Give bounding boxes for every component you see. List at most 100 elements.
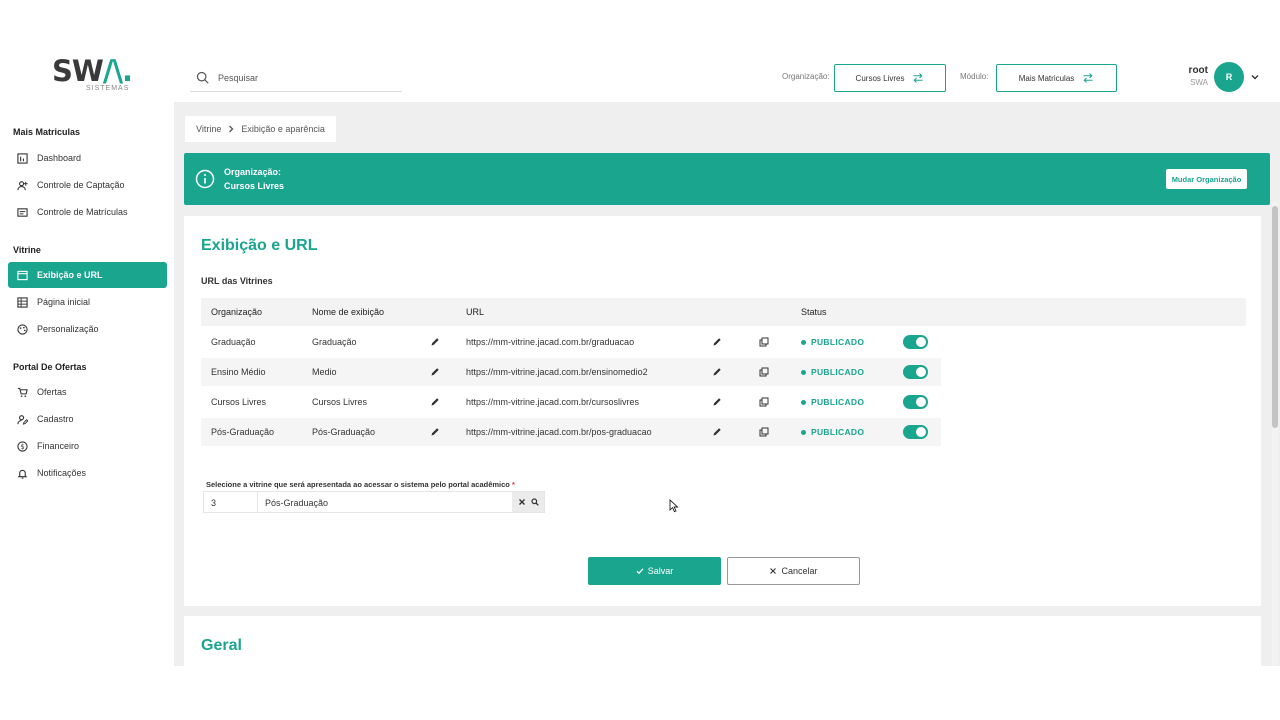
status-badge: PUBLICADO — [801, 397, 864, 407]
publish-toggle[interactable] — [903, 395, 928, 409]
copy-icon[interactable] — [759, 427, 769, 437]
sidebar-item-label: Controle de Matrículas — [37, 207, 128, 217]
dollar-icon: $ — [17, 440, 28, 452]
row-org: Pós-Graduação — [211, 427, 275, 437]
select-actions — [512, 492, 544, 512]
user-menu[interactable]: root SWA R — [1180, 62, 1270, 94]
sidebar-item-exibicao-url[interactable]: Exibição e URL — [8, 262, 167, 288]
cancel-button[interactable]: Cancelar — [727, 557, 860, 585]
status-text: PUBLICADO — [811, 427, 865, 437]
user-edit-icon — [17, 414, 28, 425]
col-header-organizacao: Organização — [211, 307, 263, 317]
row-name: Medio — [312, 367, 337, 377]
cancel-button-label: Cancelar — [781, 566, 818, 576]
module-switch-button[interactable]: Mais Matriculas — [996, 64, 1117, 92]
breadcrumb-item: Exibição e aparência — [241, 124, 325, 134]
search-icon[interactable] — [530, 498, 539, 506]
table-row: Ensino Médio Medio https://mm-vitrine.ja… — [201, 358, 941, 386]
sidebar-item-label: Cadastro — [37, 414, 74, 424]
info-icon — [195, 169, 215, 189]
row-org: Ensino Médio — [211, 367, 266, 377]
sidebar: Mais Matriculas Dashboard Controle de Ca… — [0, 102, 174, 666]
org-switch-value: Cursos Livres — [855, 73, 905, 83]
breadcrumb-item[interactable]: Vitrine — [196, 124, 221, 134]
table-row: Cursos Livres Cursos Livres https://mm-v… — [201, 388, 1246, 416]
avatar[interactable]: R — [1214, 62, 1244, 92]
swa-logo[interactable]: SW/\. SISTEMAS — [52, 54, 133, 96]
org-banner: Organização: Cursos Livres Mudar Organiz… — [184, 153, 1270, 205]
copy-icon[interactable] — [759, 367, 769, 377]
sidebar-item-controle-captacao[interactable]: Controle de Captação — [8, 172, 167, 198]
default-vitrine-select[interactable]: 3 Pós-Graduação — [203, 491, 545, 513]
default-vitrine-label: Selecione a vitrine que será apresentada… — [206, 480, 515, 489]
row-org: Graduação — [211, 337, 256, 347]
publish-toggle[interactable] — [903, 365, 928, 379]
geral-card: Geral — [184, 616, 1261, 666]
user-org: SWA — [1190, 78, 1208, 87]
swap-icon — [913, 73, 923, 83]
pencil-icon[interactable] — [430, 397, 440, 407]
swap-icon — [1083, 73, 1093, 83]
search-bar[interactable] — [190, 64, 402, 92]
clear-icon[interactable] — [518, 498, 526, 506]
copy-icon[interactable] — [759, 337, 769, 347]
breadcrumb: Vitrine Exibição e aparência — [185, 116, 336, 142]
sidebar-item-pagina-inicial[interactable]: Página inicial — [8, 289, 167, 315]
sidebar-item-label: Ofertas — [37, 387, 67, 397]
search-icon — [196, 71, 209, 84]
logo-mark: SW/\. — [52, 54, 133, 88]
sidebar-item-label: Financeiro — [37, 441, 80, 451]
pencil-icon[interactable] — [712, 427, 722, 437]
pencil-icon[interactable] — [712, 367, 722, 377]
pencil-icon[interactable] — [430, 367, 440, 377]
change-org-button[interactable]: Mudar Organização — [1166, 169, 1247, 189]
chevron-down-icon[interactable] — [1250, 72, 1260, 82]
org-banner-value: Cursos Livres — [224, 181, 285, 191]
top-header: SW/\. SISTEMAS Organização: Cursos Livre… — [0, 54, 1280, 102]
sidebar-item-controle-matriculas[interactable]: Controle de Matrículas — [8, 199, 167, 225]
org-switch-button[interactable]: Cursos Livres — [834, 64, 946, 92]
status-dot — [801, 399, 806, 405]
dashboard-icon — [17, 152, 28, 164]
grid-icon — [17, 296, 28, 308]
default-vitrine-code[interactable]: 3 — [204, 492, 258, 512]
sidebar-item-label: Exibição e URL — [37, 270, 103, 280]
publish-toggle[interactable] — [903, 335, 928, 349]
search-input[interactable] — [218, 72, 388, 83]
sidebar-item-notificacoes[interactable]: Notificações — [8, 460, 167, 486]
pencil-icon[interactable] — [430, 337, 440, 347]
row-url: https://mm-vitrine.jacad.com.br/cursosli… — [466, 397, 640, 407]
sidebar-item-dashboard[interactable]: Dashboard — [8, 145, 167, 171]
user-add-icon — [17, 180, 28, 190]
status-text: PUBLICADO — [811, 397, 865, 407]
sidebar-item-label: Personalização — [37, 324, 99, 334]
sidebar-section-title: Portal De Ofertas — [13, 362, 87, 372]
sidebar-item-financeiro[interactable]: $ Financeiro — [8, 433, 167, 459]
pencil-icon[interactable] — [430, 427, 440, 437]
main-content: Vitrine Exibição e aparência Organização… — [174, 102, 1280, 666]
publish-toggle[interactable] — [903, 425, 928, 439]
pencil-icon[interactable] — [712, 397, 722, 407]
scrollbar-thumb[interactable] — [1272, 206, 1278, 428]
app-window: SW/\. SISTEMAS Organização: Cursos Livre… — [0, 54, 1280, 666]
sidebar-item-ofertas[interactable]: Ofertas — [8, 379, 167, 405]
status-badge: PUBLICADO — [801, 367, 864, 377]
default-vitrine-value[interactable]: Pós-Graduação — [258, 492, 512, 512]
sidebar-item-label: Página inicial — [37, 297, 91, 307]
table-header-row: Organização Nome de exibição URL Status — [201, 298, 1246, 326]
mouse-cursor-icon — [669, 499, 679, 513]
copy-icon[interactable] — [759, 397, 769, 407]
sidebar-item-personalizacao[interactable]: Personalização — [8, 316, 167, 342]
sidebar-section-title: Vitrine — [13, 245, 41, 255]
sidebar-section-title: Mais Matriculas — [13, 127, 81, 137]
section-subtitle: URL das Vitrines — [201, 276, 273, 286]
sidebar-item-cadastro[interactable]: Cadastro — [8, 406, 167, 432]
section-title: Geral — [201, 637, 242, 654]
pencil-icon[interactable] — [712, 337, 722, 347]
row-url: https://mm-vitrine.jacad.com.br/pos-grad… — [466, 427, 652, 437]
col-header-status: Status — [801, 307, 827, 317]
default-vitrine-label-text: Selecione a vitrine que será apresentada… — [206, 480, 510, 489]
status-dot — [801, 369, 806, 375]
save-button[interactable]: Salvar — [588, 557, 721, 585]
sidebar-item-label: Notificações — [37, 468, 87, 478]
